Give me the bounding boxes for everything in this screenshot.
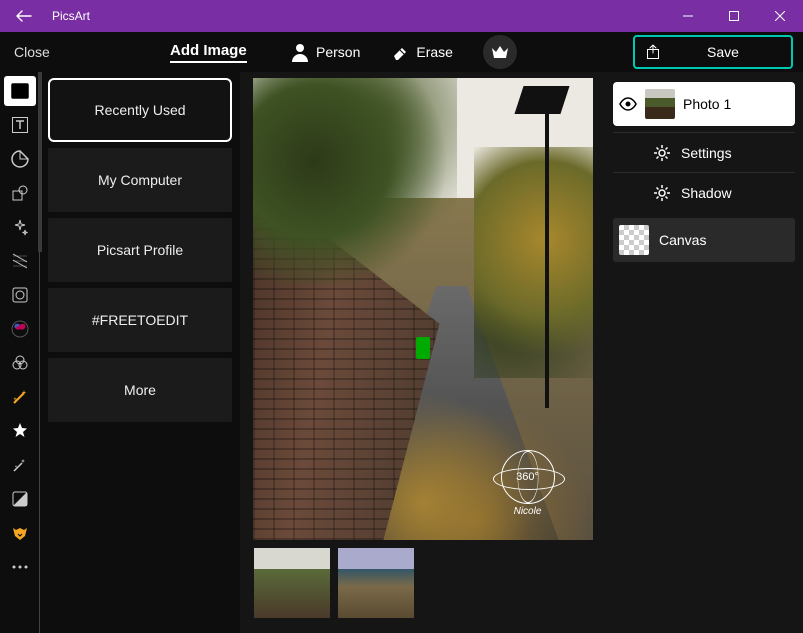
rail-text-tool[interactable] bbox=[4, 110, 36, 140]
settings-label: Settings bbox=[681, 145, 732, 161]
thumbnail-2[interactable] bbox=[338, 548, 414, 618]
rail-sticker-tool[interactable] bbox=[4, 144, 36, 174]
source-label: Recently Used bbox=[94, 102, 185, 118]
person-label: Person bbox=[316, 44, 360, 60]
image-source-panel: Recently Used My Computer Picsart Profil… bbox=[40, 72, 240, 633]
source-my-computer[interactable]: My Computer bbox=[48, 148, 232, 212]
rail-scrollbar[interactable] bbox=[38, 72, 42, 252]
source-label: My Computer bbox=[98, 172, 182, 188]
minimize-button[interactable] bbox=[665, 0, 711, 32]
source-label: More bbox=[124, 382, 156, 398]
layer-thumbnail bbox=[645, 89, 675, 119]
source-label: #FREETOEDIT bbox=[92, 312, 188, 328]
erase-label: Erase bbox=[416, 44, 453, 60]
source-freetoedit[interactable]: #FREETOEDIT bbox=[48, 288, 232, 352]
source-picsart-profile[interactable]: Picsart Profile bbox=[48, 218, 232, 282]
canvas-swatch bbox=[619, 225, 649, 255]
rail-lines-tool[interactable] bbox=[4, 246, 36, 276]
main-area: Recently Used My Computer Picsart Profil… bbox=[0, 72, 803, 633]
photo-credit: Nicole bbox=[493, 506, 563, 517]
erase-tool[interactable]: Erase bbox=[390, 42, 453, 62]
visibility-icon[interactable] bbox=[619, 97, 637, 111]
thumbnail-1[interactable] bbox=[254, 548, 330, 618]
close-window-button[interactable] bbox=[757, 0, 803, 32]
rail-vignette-tool[interactable] bbox=[4, 280, 36, 310]
rail-butterfly-tool[interactable] bbox=[4, 314, 36, 344]
person-icon bbox=[290, 42, 310, 62]
layer-settings[interactable]: Settings bbox=[613, 132, 795, 172]
360-badge[interactable]: 360° Nicole bbox=[493, 450, 563, 520]
tool-rail bbox=[0, 72, 40, 633]
rail-magic-wand-tool[interactable] bbox=[4, 382, 36, 412]
gear-icon bbox=[653, 184, 671, 202]
crown-icon bbox=[491, 45, 509, 59]
person-tool[interactable]: Person bbox=[290, 42, 360, 62]
rail-contrast-tool[interactable] bbox=[4, 484, 36, 514]
layer-shadow[interactable]: Shadow bbox=[613, 172, 795, 212]
rail-star-tool[interactable] bbox=[4, 416, 36, 446]
rail-more-tool[interactable] bbox=[4, 552, 36, 582]
rail-sparkle-tool[interactable] bbox=[4, 212, 36, 242]
titlebar: PicsArt bbox=[0, 0, 803, 32]
close-button[interactable]: Close bbox=[0, 44, 50, 60]
save-label: Save bbox=[671, 44, 791, 60]
add-image-tab[interactable]: Add Image bbox=[170, 42, 247, 63]
share-icon bbox=[635, 44, 671, 60]
canvas-photo[interactable]: 360° Nicole bbox=[253, 78, 593, 540]
layer-canvas[interactable]: Canvas bbox=[613, 218, 795, 262]
maximize-button[interactable] bbox=[711, 0, 757, 32]
rail-image-tool[interactable] bbox=[4, 76, 36, 106]
canvas-label: Canvas bbox=[659, 232, 706, 248]
premium-button[interactable] bbox=[483, 35, 517, 69]
app-title: PicsArt bbox=[48, 9, 90, 23]
shadow-label: Shadow bbox=[681, 185, 732, 201]
source-recently-used[interactable]: Recently Used bbox=[48, 78, 232, 142]
gear-icon bbox=[653, 144, 671, 162]
rail-fox-tool[interactable] bbox=[4, 518, 36, 548]
save-button[interactable]: Save bbox=[633, 35, 793, 69]
eraser-icon bbox=[390, 42, 410, 62]
back-button[interactable] bbox=[0, 0, 48, 32]
rail-shape-tool[interactable] bbox=[4, 178, 36, 208]
360-label: 360° bbox=[516, 471, 539, 483]
rail-magic-brush-tool[interactable] bbox=[4, 450, 36, 480]
recent-thumbnails bbox=[250, 548, 414, 618]
layer-photo-1[interactable]: Photo 1 bbox=[613, 82, 795, 126]
layer-name: Photo 1 bbox=[683, 96, 731, 112]
source-label: Picsart Profile bbox=[97, 242, 183, 258]
top-toolbar: Close Add Image Person Erase Save bbox=[0, 32, 803, 72]
source-more[interactable]: More bbox=[48, 358, 232, 422]
canvas-area: 360° Nicole bbox=[240, 72, 605, 633]
layers-panel: Photo 1 Settings Shadow Canvas bbox=[605, 72, 803, 633]
rail-channels-tool[interactable] bbox=[4, 348, 36, 378]
